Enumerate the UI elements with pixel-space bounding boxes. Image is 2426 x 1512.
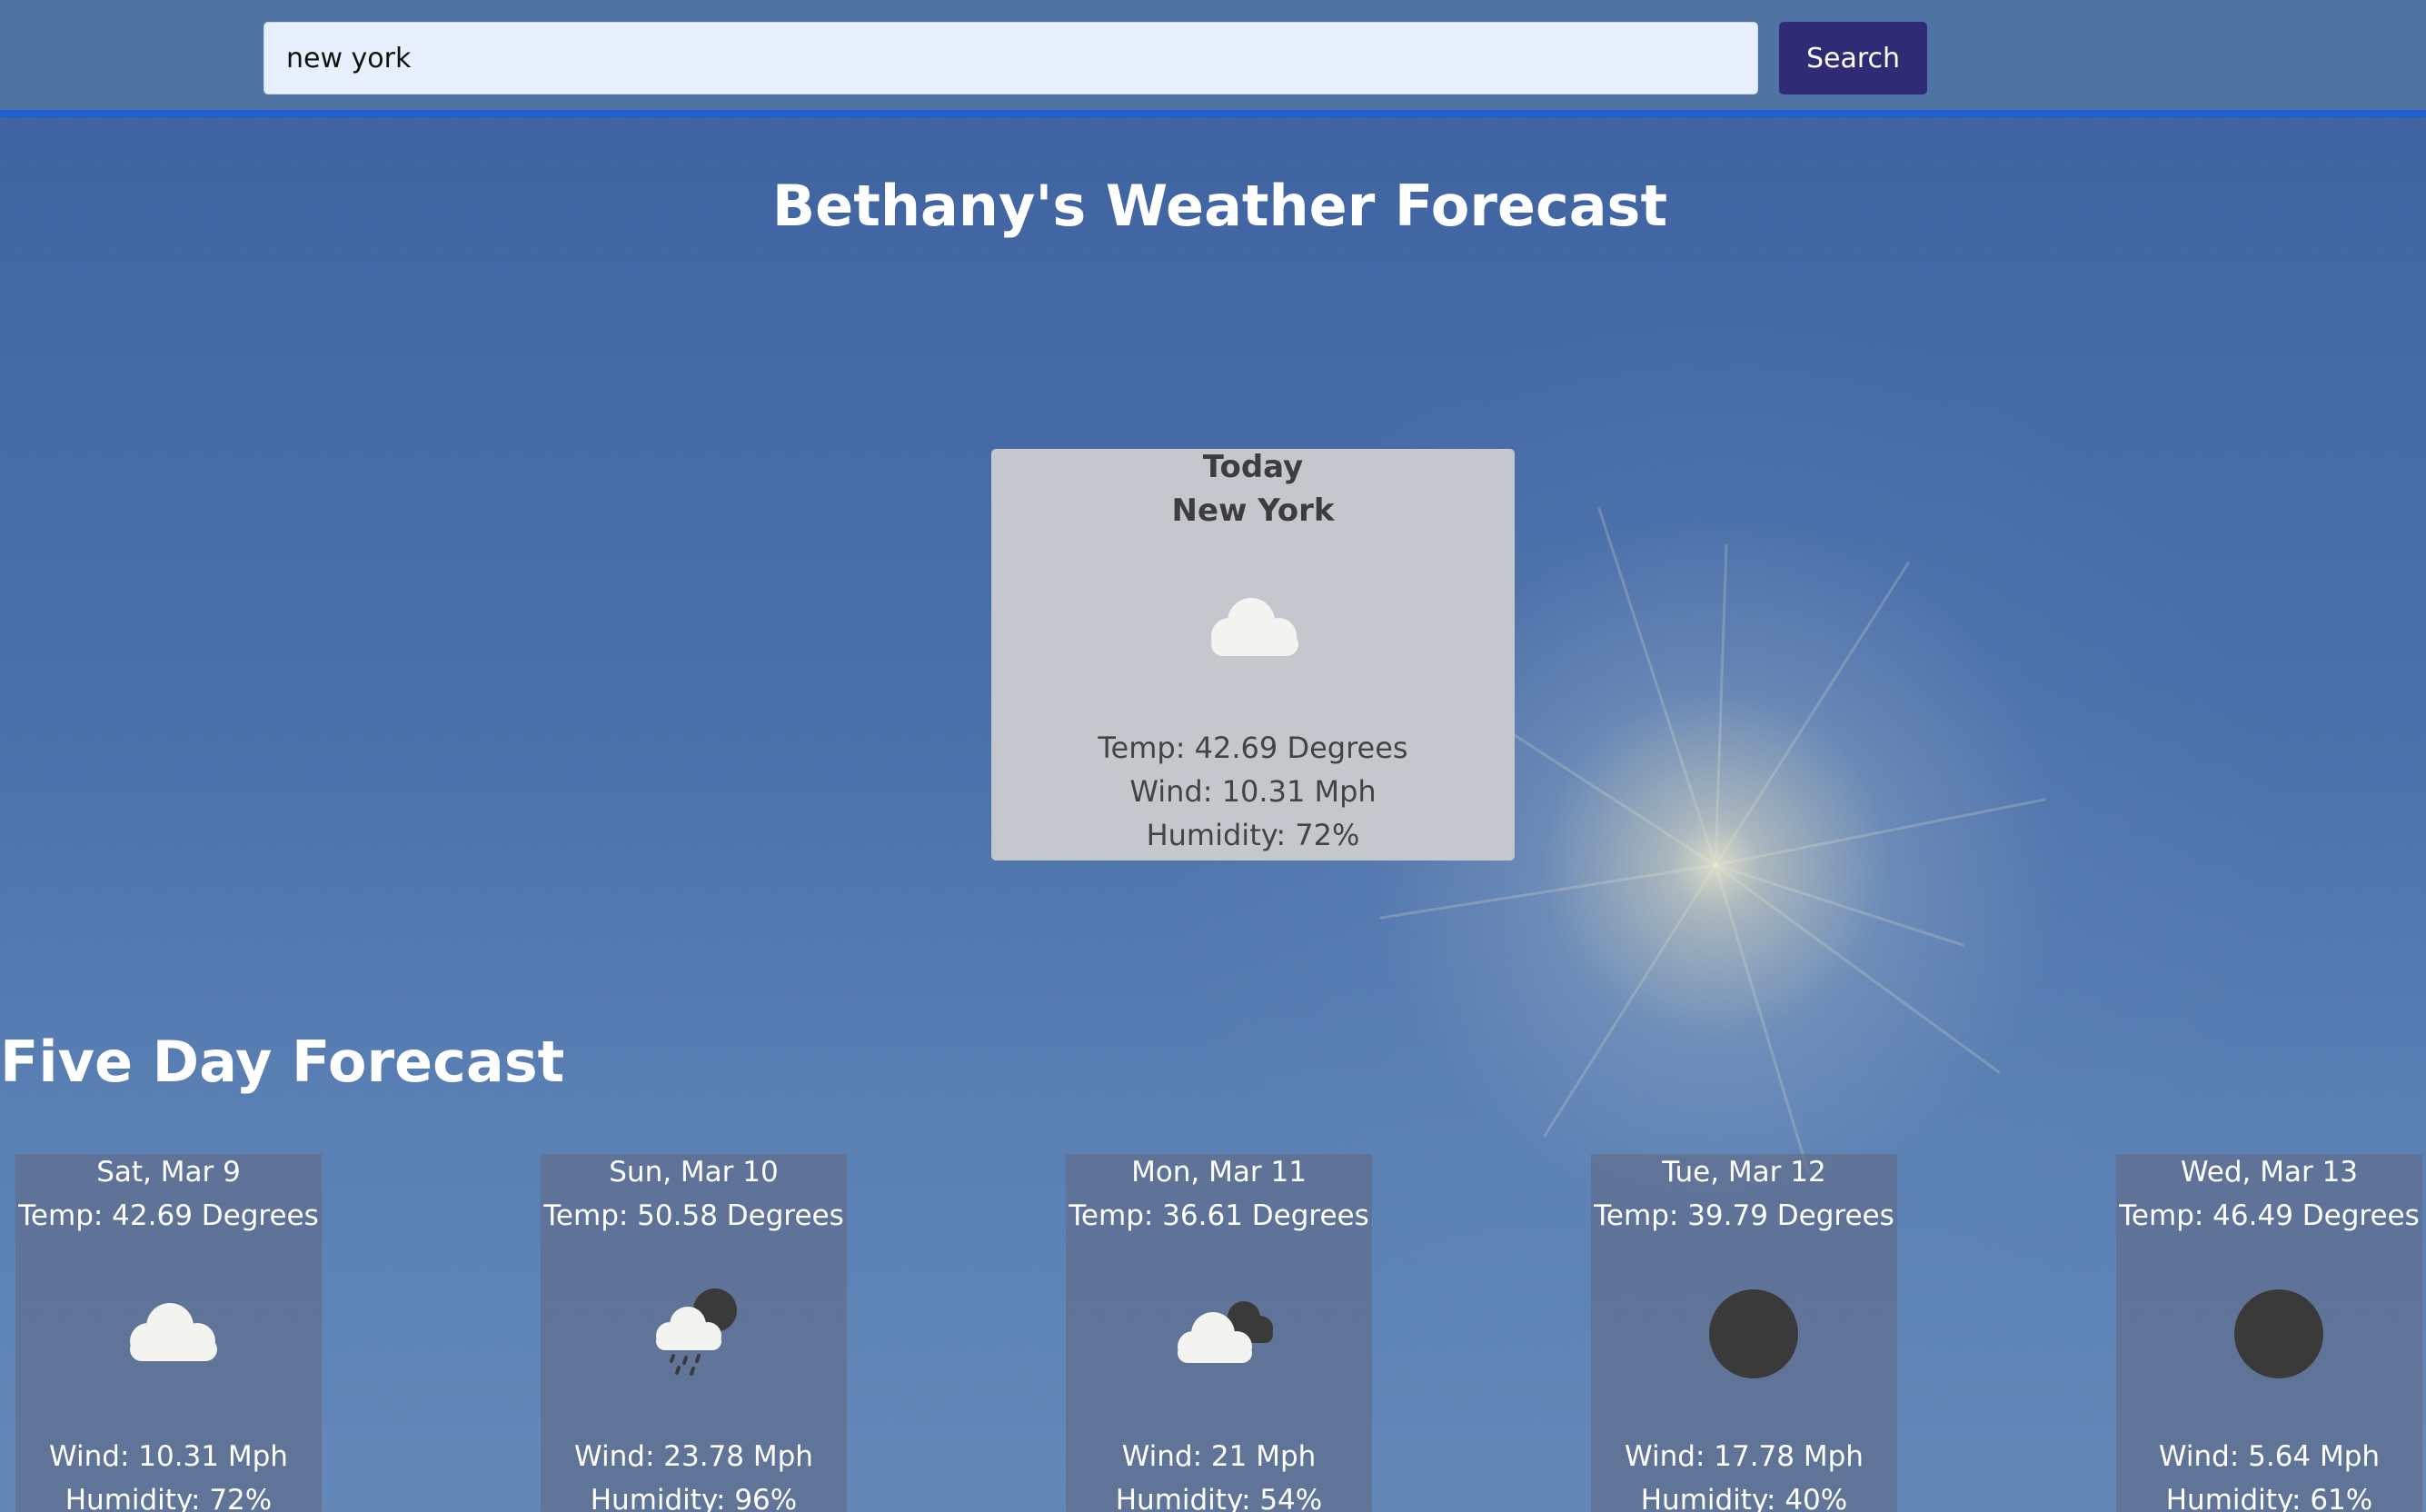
- forecast-humidity: Humidity: 96%: [590, 1484, 798, 1512]
- header-bar: Search: [0, 0, 2426, 117]
- broken-clouds-icon: [1166, 1281, 1284, 1381]
- today-temp: Temp: 42.69 Degrees: [1098, 731, 1408, 765]
- forecast-temp: Temp: 46.49 Degrees: [2119, 1199, 2420, 1232]
- forecast-temp: Temp: 42.69 Degrees: [18, 1199, 319, 1232]
- forecast-temp: Temp: 50.58 Degrees: [543, 1199, 844, 1232]
- cloud-icon: [1198, 585, 1311, 667]
- forecast-card: Wed, Mar 13 Temp: 46.49 Degrees Wind: 5.…: [2116, 1154, 2422, 1512]
- forecast-humidity: Humidity: 40%: [1640, 1484, 1848, 1512]
- forecast-card: Sun, Mar 10 Temp: 50.58 Degrees Wind: 23…: [541, 1154, 847, 1512]
- forecast-wind: Wind: 10.31 Mph: [49, 1440, 288, 1473]
- clear-night-icon: [2216, 1281, 2334, 1381]
- forecast-date: Tue, Mar 12: [1662, 1156, 1826, 1189]
- forecast-temp: Temp: 36.61 Degrees: [1069, 1199, 1369, 1232]
- forecast-humidity: Humidity: 61%: [2165, 1484, 2373, 1512]
- forecast-wind: Wind: 23.78 Mph: [574, 1440, 813, 1473]
- today-weather-card: Today New York Temp: 42.69 Degrees Wind:…: [991, 449, 1515, 860]
- cloud-icon: [115, 1281, 234, 1381]
- city-name: New York: [1171, 492, 1335, 529]
- rain-night-icon: [641, 1281, 759, 1381]
- today-wind: Wind: 10.31 Mph: [1129, 774, 1377, 809]
- forecast-wind: Wind: 21 Mph: [1121, 1440, 1317, 1473]
- search-button[interactable]: Search: [1779, 22, 1927, 94]
- today-label: Today: [1202, 449, 1304, 485]
- forecast-wind: Wind: 17.78 Mph: [1625, 1440, 1864, 1473]
- page-title: Bethany's Weather Forecast: [771, 173, 1668, 239]
- forecast-date: Wed, Mar 13: [2180, 1156, 2359, 1189]
- forecast-humidity: Humidity: 54%: [1115, 1484, 1323, 1512]
- forecast-card: Sat, Mar 9 Temp: 42.69 Degrees Wind: 10.…: [15, 1154, 322, 1512]
- forecast-card: Mon, Mar 11 Temp: 36.61 Degrees Wind: 21…: [1066, 1154, 1372, 1512]
- forecast-date: Sat, Mar 9: [96, 1156, 241, 1189]
- clear-night-icon: [1691, 1281, 1809, 1381]
- forecast-wind: Wind: 5.64 Mph: [2158, 1440, 2381, 1473]
- today-humidity: Humidity: 72%: [1146, 818, 1360, 852]
- five-day-title: Five Day Forecast: [0, 1029, 565, 1095]
- forecast-date: Mon, Mar 11: [1131, 1156, 1307, 1189]
- forecast-date: Sun, Mar 10: [609, 1156, 779, 1189]
- forecast-temp: Temp: 39.79 Degrees: [1594, 1199, 1894, 1232]
- city-search-input[interactable]: [263, 22, 1758, 94]
- forecast-card: Tue, Mar 12 Temp: 39.79 Degrees Wind: 17…: [1591, 1154, 1897, 1512]
- forecast-humidity: Humidity: 72%: [65, 1484, 273, 1512]
